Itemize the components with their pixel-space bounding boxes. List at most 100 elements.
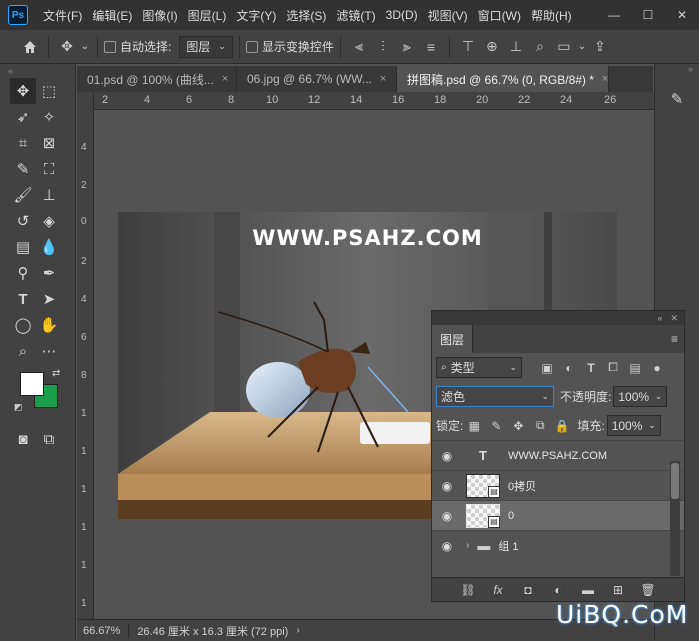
pen-tool-icon[interactable]: ✒ — [36, 260, 62, 286]
link-layers-icon[interactable]: ⛓ — [457, 580, 479, 600]
layer-row-text[interactable]: ◉ T WWW.PSAHZ.COM — [432, 440, 684, 470]
menu-type[interactable]: 文字(Y) — [231, 7, 281, 24]
move-tool-icon[interactable]: ✥ — [10, 78, 36, 104]
menu-select[interactable]: 选择(S) — [281, 7, 331, 24]
new-group-icon[interactable]: ▬ — [577, 580, 599, 600]
eye-icon[interactable]: ◉ — [432, 509, 462, 523]
align-left-icon[interactable]: ⫷ — [347, 35, 371, 59]
panel-menu-icon[interactable]: ≡ — [671, 332, 678, 346]
opacity-field[interactable]: 100% ⌄ — [613, 386, 668, 407]
type-tool-icon[interactable]: T — [10, 286, 36, 312]
close-icon[interactable]: × — [602, 73, 608, 85]
default-colors-icon[interactable]: ◩ — [14, 402, 23, 413]
maximize-button[interactable]: ☐ — [631, 0, 665, 30]
tab-document-2[interactable]: 06.jpg @ 66.7% (WW... × — [237, 66, 397, 92]
magic-wand-tool-icon[interactable]: ✧ — [36, 104, 62, 130]
more-tools-icon[interactable]: ⋯ — [36, 338, 62, 364]
filter-image-icon[interactable]: ▣ — [536, 358, 558, 378]
chevron-down-icon[interactable]: ⌄ — [79, 35, 91, 59]
filter-type-icon[interactable]: T — [580, 358, 602, 378]
marquee-tool-icon[interactable]: ⬚ — [36, 78, 62, 104]
lock-artboard-icon[interactable]: ⧉ — [529, 416, 551, 436]
menu-layer[interactable]: 图层(L) — [183, 7, 232, 24]
eye-icon[interactable]: ◉ — [432, 539, 462, 553]
align-top-icon[interactable]: ⊤ — [456, 35, 480, 59]
share-icon[interactable]: ⇪ — [588, 35, 612, 59]
content-aware-tool-icon[interactable]: ⛶ — [36, 156, 62, 182]
vertical-ruler[interactable]: 4 2 0 2 4 6 8 1 1 1 1 1 1 — [77, 92, 94, 619]
align-right-icon[interactable]: ⫸ — [395, 35, 419, 59]
tab-document-3[interactable]: 拼图稿.psd @ 66.7% (0, RGB/8#) * × — [397, 66, 609, 92]
lock-position-icon[interactable]: ✥ — [507, 416, 529, 436]
scrollbar-thumb[interactable] — [671, 463, 679, 499]
eye-icon[interactable]: ◉ — [432, 479, 462, 493]
menu-edit[interactable]: 编辑(E) — [87, 7, 137, 24]
path-selection-tool-icon[interactable]: ➤ — [36, 286, 62, 312]
foreground-color-swatch[interactable] — [20, 372, 44, 396]
layer-row-copy[interactable]: ◉ ▤ 0拷贝 — [432, 470, 684, 500]
layer-filter-dropdown[interactable]: ⌕ 类型 ⌄ — [436, 357, 522, 378]
ellipse-tool-icon[interactable]: ◯ — [10, 312, 36, 338]
layers-scrollbar[interactable] — [670, 461, 680, 576]
lock-all-icon[interactable]: 🔒 — [551, 416, 573, 436]
fill-field[interactable]: 100% ⌄ — [606, 415, 661, 436]
align-bottom-icon[interactable]: ⊥ — [504, 35, 528, 59]
move-tool-icon[interactable]: ✥ — [55, 35, 79, 59]
screen-mode-icon[interactable]: ⧉ — [36, 426, 62, 452]
frame-tool-icon[interactable]: ⊠ — [36, 130, 62, 156]
lasso-tool-icon[interactable]: ➶ — [10, 104, 36, 130]
hand-tool-icon[interactable]: ✋ — [36, 312, 62, 338]
collapse-toolbar-icon[interactable]: « — [0, 64, 75, 78]
menu-filter[interactable]: 滤镜(T) — [331, 7, 380, 24]
zoom-level[interactable]: 66.67% — [83, 625, 120, 637]
delete-layer-icon[interactable]: 🗑 — [637, 580, 659, 600]
menu-help[interactable]: 帮助(H) — [526, 7, 577, 24]
menu-image[interactable]: 图像(I) — [137, 7, 182, 24]
menu-3d[interactable]: 3D(D) — [381, 8, 423, 22]
filter-adjustment-icon[interactable]: ◐ — [558, 358, 580, 378]
adjustment-layer-icon[interactable]: ◐ — [547, 580, 569, 600]
zoom-tool-icon[interactable]: ⌕ — [10, 338, 36, 364]
auto-select-target-dropdown[interactable]: 图层 ⌄ — [179, 35, 233, 58]
eye-icon[interactable]: ◉ — [432, 449, 462, 463]
stamp-tool-icon[interactable]: ⊥ — [36, 182, 62, 208]
lock-pixels-icon[interactable]: ✎ — [485, 416, 507, 436]
properties-panel-icon[interactable]: ✎ — [664, 86, 690, 112]
close-panel-icon[interactable]: ✕ — [670, 313, 678, 324]
gradient-tool-icon[interactable]: ▤ — [10, 234, 36, 260]
search-icon[interactable]: ⌕ — [528, 35, 552, 59]
tab-document-1[interactable]: 01.psd @ 100% (曲线... × — [77, 66, 237, 92]
home-icon[interactable] — [18, 35, 42, 59]
filter-shape-icon[interactable]: ⧠ — [602, 358, 624, 378]
chevron-right-icon[interactable]: › — [466, 540, 469, 551]
quick-mask-icon[interactable]: ◙ — [10, 426, 36, 452]
align-vcenter-icon[interactable]: ⊕ — [480, 35, 504, 59]
workspace-icon[interactable]: ▭ — [552, 35, 576, 59]
collapse-panel-icon[interactable]: « — [657, 313, 662, 323]
minimize-button[interactable]: — — [597, 0, 631, 30]
tab-layers[interactable]: 图层 — [432, 325, 474, 353]
auto-select-checkbox[interactable] — [104, 40, 116, 53]
menu-window[interactable]: 窗口(W) — [473, 7, 526, 24]
align-center-icon[interactable]: ⫶ — [371, 35, 395, 59]
horizontal-ruler[interactable]: 2 4 6 8 10 12 14 16 18 20 22 24 26 — [94, 92, 654, 110]
blur-tool-icon[interactable]: 💧 — [36, 234, 62, 260]
close-icon[interactable]: × — [222, 73, 228, 85]
filter-smart-object-icon[interactable]: ▤ — [624, 358, 646, 378]
dodge-tool-icon[interactable]: ⚲ — [10, 260, 36, 286]
add-mask-icon[interactable]: ◘ — [517, 580, 539, 600]
brush-tool-icon[interactable]: 🖌 — [10, 182, 36, 208]
chevron-right-icon[interactable]: › — [296, 625, 299, 636]
close-icon[interactable]: × — [380, 73, 386, 85]
eraser-tool-icon[interactable]: ◈ — [36, 208, 62, 234]
crop-tool-icon[interactable]: ⌗ — [10, 130, 36, 156]
collapse-dock-icon[interactable]: » — [655, 64, 699, 78]
layer-row-group[interactable]: ◉ › ▬ 组 1 — [432, 530, 684, 560]
show-transform-checkbox[interactable] — [245, 40, 258, 53]
menu-file[interactable]: 文件(F) — [38, 7, 87, 24]
blend-mode-dropdown[interactable]: 滤色 ⌄ — [436, 386, 554, 407]
new-layer-icon[interactable]: ⊞ — [607, 580, 629, 600]
filter-toggle-icon[interactable]: ● — [646, 358, 668, 378]
menu-view[interactable]: 视图(V) — [423, 7, 473, 24]
eyedropper-tool-icon[interactable]: ✎ — [10, 156, 36, 182]
